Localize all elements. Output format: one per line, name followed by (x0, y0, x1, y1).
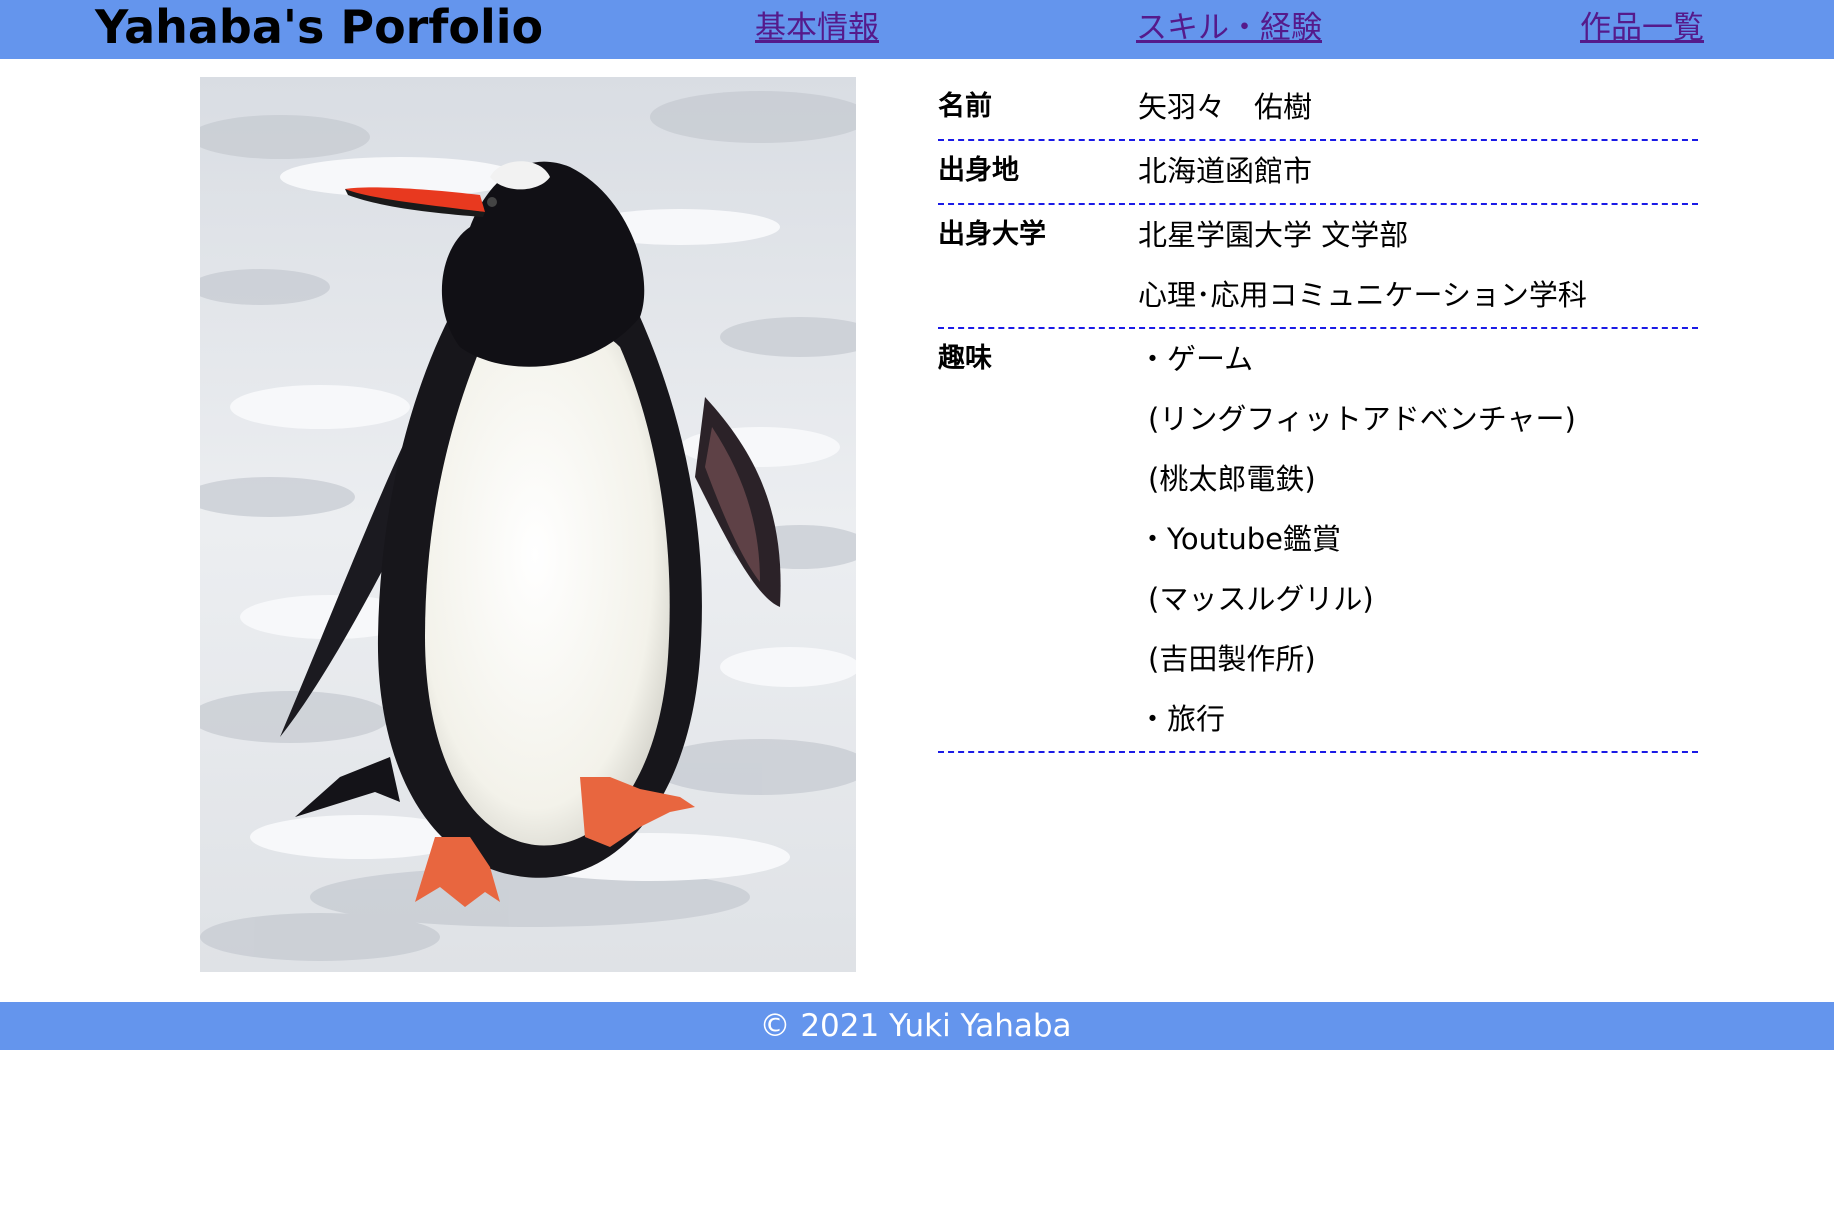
nav-link-works[interactable]: 作品一覧 (1580, 8, 1704, 48)
hobby-item: ・ゲーム (1138, 342, 1254, 376)
nav-link-basic-info[interactable]: 基本情報 (755, 8, 879, 48)
profile-label-name: 名前 (938, 91, 992, 122)
profile-table: 名前 矢羽々 佑樹 出身地 北海道函館市 出身大学 北星学園大学 文学部 心理･… (938, 77, 1698, 753)
copyright-text: © 2021 Yuki Yahaba (759, 1008, 1072, 1044)
hobby-item: ・旅行 (1138, 702, 1226, 736)
profile-value-hometown: 北海道函館市 (1138, 154, 1313, 188)
profile-value-department: 心理･応用コミュニケーション学科 (1138, 278, 1587, 312)
profile-value-university: 北星学園大学 文学部 (1138, 218, 1409, 252)
hobby-item: (リングフィットアドベンチャー) (1148, 402, 1576, 436)
profile-row-hometown: 出身地 北海道函館市 (938, 141, 1698, 205)
hobby-item: (マッスルグリル) (1148, 582, 1374, 616)
penguin-image (200, 77, 856, 972)
profile-label-hobbies: 趣味 (938, 343, 992, 374)
penguin-photo (200, 77, 856, 972)
profile-row-hobbies: 趣味 ・ゲーム (リングフィットアドベンチャー) (桃太郎電鉄) ・Youtub… (938, 329, 1698, 753)
site-header: Yahaba's Porfolio 基本情報 スキル・経験 作品一覧 (0, 0, 1834, 59)
hobby-item: ・Youtube鑑賞 (1138, 522, 1341, 556)
profile-value-name: 矢羽々 佑樹 (1138, 90, 1313, 124)
site-title: Yahaba's Porfolio (95, 0, 544, 54)
profile-label-hometown: 出身地 (938, 155, 1019, 186)
profile-label-university: 出身大学 (938, 219, 1046, 250)
nav-link-skills-experience[interactable]: スキル・経験 (1136, 8, 1322, 48)
hobby-item: (桃太郎電鉄) (1148, 462, 1316, 496)
profile-row-name: 名前 矢羽々 佑樹 (938, 77, 1698, 141)
site-footer: © 2021 Yuki Yahaba (0, 1002, 1834, 1050)
profile-row-university: 出身大学 北星学園大学 文学部 心理･応用コミュニケーション学科 (938, 205, 1698, 329)
hobby-item: (吉田製作所) (1148, 642, 1316, 676)
